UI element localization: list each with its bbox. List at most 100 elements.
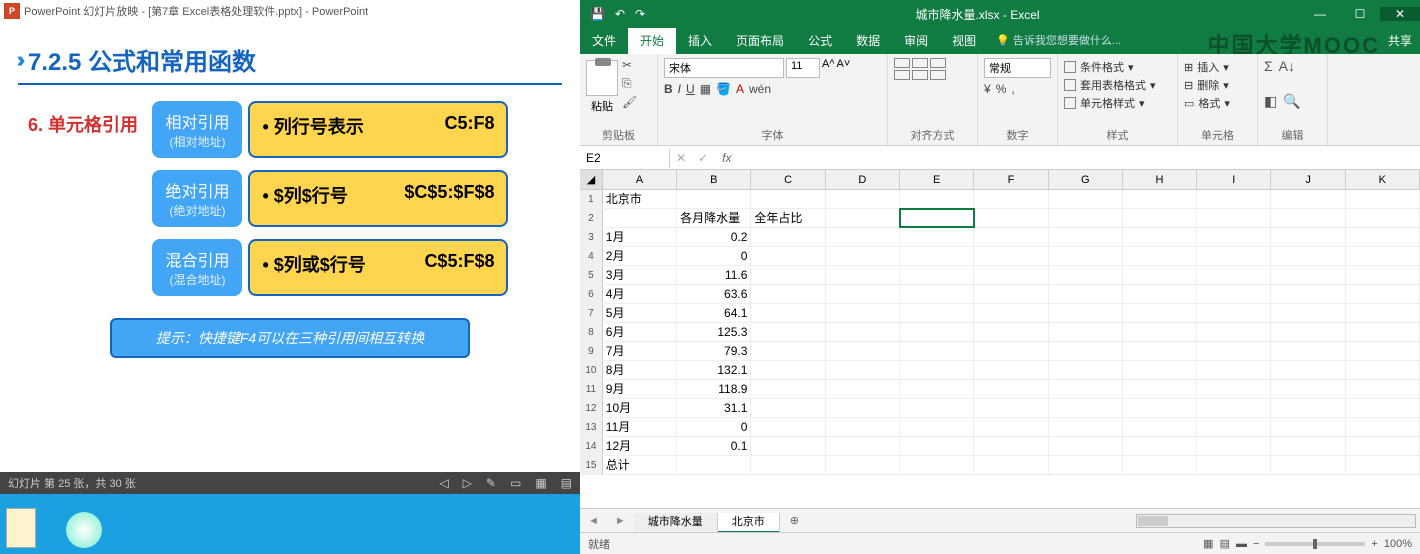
cell[interactable] — [1197, 266, 1271, 284]
cell[interactable] — [900, 399, 974, 417]
cell[interactable] — [1271, 456, 1345, 474]
cell[interactable] — [1049, 304, 1123, 322]
cell[interactable] — [1346, 380, 1420, 398]
cell[interactable] — [751, 323, 825, 341]
cell[interactable] — [900, 437, 974, 455]
cell[interactable]: 132.1 — [677, 361, 751, 379]
cell[interactable] — [751, 228, 825, 246]
cell[interactable] — [751, 342, 825, 360]
cell[interactable] — [900, 323, 974, 341]
cell[interactable]: 2月 — [603, 247, 677, 265]
view-sorter-icon[interactable]: ▦ — [535, 476, 546, 490]
cell[interactable]: 79.3 — [677, 342, 751, 360]
cell[interactable] — [1049, 228, 1123, 246]
minimize-icon[interactable]: — — [1300, 7, 1340, 21]
cell[interactable] — [1049, 342, 1123, 360]
maximize-icon[interactable]: ☐ — [1340, 7, 1380, 21]
cell[interactable] — [751, 190, 825, 208]
cell[interactable] — [974, 266, 1048, 284]
cell[interactable] — [751, 437, 825, 455]
cell[interactable] — [751, 361, 825, 379]
cell[interactable] — [900, 285, 974, 303]
cell[interactable] — [751, 456, 825, 474]
conditional-format-button[interactable]: 条件格式 ▾ — [1064, 58, 1171, 76]
save-icon[interactable]: 💾 — [590, 7, 605, 21]
cell[interactable] — [1271, 285, 1345, 303]
copy-icon[interactable]: ⎘ — [622, 76, 637, 91]
col-header[interactable]: K — [1346, 170, 1420, 189]
cell[interactable] — [1049, 323, 1123, 341]
cell[interactable] — [1346, 361, 1420, 379]
tab-插入[interactable]: 插入 — [676, 28, 724, 54]
row-header[interactable]: 3 — [580, 228, 603, 246]
sort-filter-icon[interactable]: A↓ — [1279, 58, 1295, 74]
cell[interactable] — [1197, 456, 1271, 474]
cell[interactable] — [1049, 190, 1123, 208]
cell[interactable]: 全年占比 — [751, 209, 825, 227]
fill-color-icon[interactable]: 🪣 — [716, 82, 731, 96]
tab-视图[interactable]: 视图 — [940, 28, 988, 54]
view-layout-icon[interactable]: ▤ — [1220, 537, 1230, 550]
cell[interactable] — [1346, 437, 1420, 455]
cell[interactable] — [1049, 266, 1123, 284]
cell[interactable] — [900, 418, 974, 436]
next-icon[interactable]: ▷ — [463, 476, 472, 490]
cell[interactable] — [751, 399, 825, 417]
cell[interactable] — [1123, 342, 1197, 360]
format-cells-button[interactable]: ▭ 格式 ▾ — [1184, 94, 1251, 112]
cell[interactable] — [826, 247, 900, 265]
cell[interactable] — [1049, 418, 1123, 436]
cell[interactable] — [1197, 399, 1271, 417]
row-header[interactable]: 1 — [580, 190, 603, 208]
bold-button[interactable]: B — [664, 82, 673, 96]
cell[interactable] — [974, 323, 1048, 341]
cell[interactable] — [1271, 190, 1345, 208]
cell[interactable] — [1271, 342, 1345, 360]
name-box[interactable]: E2 — [580, 149, 670, 167]
zoom-in-icon[interactable]: + — [1371, 538, 1377, 550]
italic-button[interactable]: I — [678, 82, 681, 96]
cell[interactable]: 31.1 — [677, 399, 751, 417]
cell[interactable] — [1271, 399, 1345, 417]
cell[interactable] — [1271, 247, 1345, 265]
cell[interactable] — [826, 342, 900, 360]
cell[interactable] — [1346, 418, 1420, 436]
cell[interactable] — [1123, 361, 1197, 379]
cell[interactable]: 125.3 — [677, 323, 751, 341]
cell[interactable] — [1271, 209, 1345, 227]
cell[interactable]: 10月 — [603, 399, 677, 417]
cell[interactable] — [974, 456, 1048, 474]
tab-页面布局[interactable]: 页面布局 — [724, 28, 796, 54]
cell[interactable]: 7月 — [603, 342, 677, 360]
sheet-tab[interactable]: 北京市 — [718, 513, 780, 533]
cell[interactable] — [1123, 285, 1197, 303]
tab-审阅[interactable]: 审阅 — [892, 28, 940, 54]
row-header[interactable]: 8 — [580, 323, 603, 341]
cell[interactable] — [1049, 437, 1123, 455]
cell[interactable] — [1049, 399, 1123, 417]
cell[interactable] — [751, 304, 825, 322]
cell[interactable] — [1123, 456, 1197, 474]
cell[interactable] — [751, 247, 825, 265]
font-size-select[interactable]: 11 — [786, 58, 820, 78]
zoom-out-icon[interactable]: − — [1253, 538, 1259, 550]
cell[interactable] — [1123, 304, 1197, 322]
select-all-cell[interactable]: ◢ — [580, 170, 603, 189]
row-header[interactable]: 4 — [580, 247, 603, 265]
cell[interactable]: 5月 — [603, 304, 677, 322]
cell[interactable] — [1346, 209, 1420, 227]
prev-icon[interactable]: ◁ — [439, 476, 448, 490]
cell-styles-button[interactable]: 单元格样式 ▾ — [1064, 94, 1171, 112]
sheet-nav-prev-icon[interactable]: ◄ — [580, 515, 607, 527]
desktop-file-icon[interactable] — [6, 508, 36, 548]
cell[interactable] — [1123, 323, 1197, 341]
cell[interactable] — [826, 437, 900, 455]
cell[interactable] — [1271, 304, 1345, 322]
redo-icon[interactable]: ↷ — [635, 7, 645, 21]
enter-formula-icon[interactable]: ✓ — [692, 151, 714, 165]
cell[interactable]: 64.1 — [677, 304, 751, 322]
cell[interactable] — [974, 209, 1048, 227]
cell[interactable] — [826, 285, 900, 303]
cell[interactable] — [1271, 266, 1345, 284]
fill-icon[interactable]: ◧ — [1264, 93, 1277, 110]
